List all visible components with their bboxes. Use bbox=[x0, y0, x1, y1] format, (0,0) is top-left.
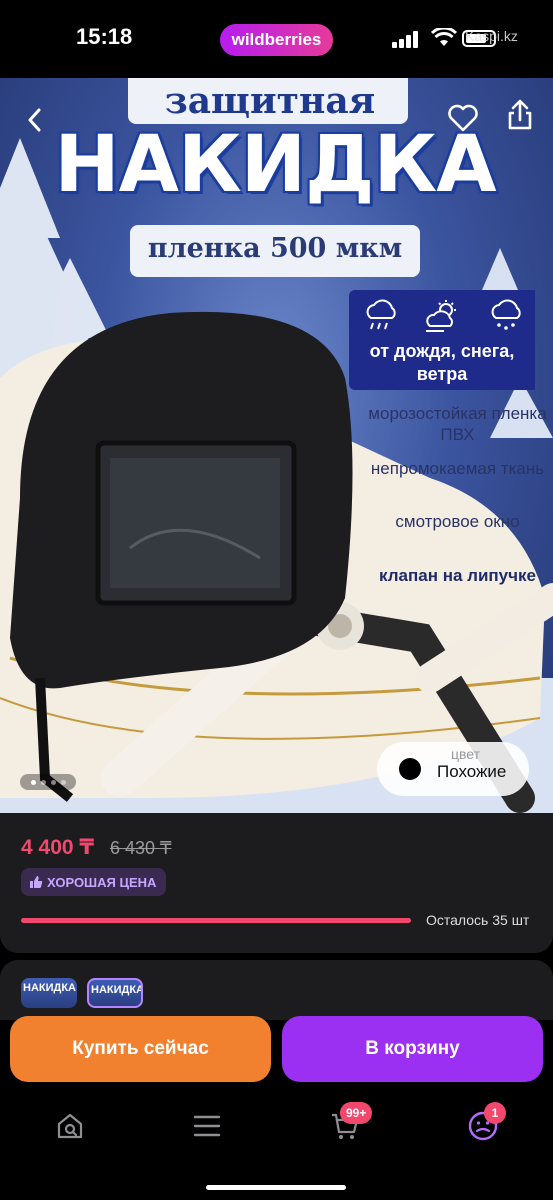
bottom-navigation: 99+ 1 bbox=[0, 1098, 553, 1158]
menu-icon bbox=[193, 1115, 221, 1137]
cellular-signal-icon bbox=[392, 30, 422, 48]
similar-label: Похожие bbox=[437, 762, 507, 781]
gallery-dot[interactable] bbox=[60, 779, 66, 785]
thumbs-up-icon bbox=[30, 876, 43, 888]
color-swatch bbox=[399, 758, 421, 780]
price-card: 4 400 ₸ 6 430 ₸ ХОРОШАЯ ЦЕНА Осталось 35… bbox=[0, 813, 553, 953]
weather-caption: от дождя, снега, ветра bbox=[369, 341, 515, 384]
feature-viewing-window: смотровое окно bbox=[395, 512, 520, 531]
stock-progress-bar bbox=[21, 918, 411, 923]
nav-home[interactable] bbox=[50, 1106, 90, 1146]
feature-waterproof: непромокаемая ткань bbox=[370, 459, 545, 478]
gallery-dot[interactable] bbox=[30, 779, 36, 785]
home-indicator bbox=[206, 1185, 346, 1190]
wifi-icon bbox=[431, 28, 457, 46]
add-to-cart-button[interactable]: В корзину bbox=[282, 1016, 543, 1082]
cart-count-badge: 99+ bbox=[340, 1102, 373, 1124]
favorite-heart-icon[interactable] bbox=[443, 98, 483, 138]
product-image-gallery[interactable]: защитная НАКИДКА пленка 500 мкм от дождя… bbox=[0, 78, 553, 813]
thumbnail-label: НАКИДКА bbox=[23, 982, 77, 994]
gallery-pagination bbox=[20, 774, 76, 790]
stock-remaining: Осталось 35 шт bbox=[426, 912, 530, 928]
gallery-dot[interactable] bbox=[40, 779, 46, 785]
variant-thumbnail[interactable]: НАКИДКА bbox=[21, 978, 77, 1008]
status-bar: 15:18 wildberries Kaspi.kz bbox=[0, 0, 553, 78]
current-price: 4 400 ₸ bbox=[21, 836, 94, 859]
hero-title-top: защитная bbox=[164, 80, 376, 122]
weather-info-box: от дождя, снега, ветра bbox=[349, 290, 535, 390]
feature-velcro-flap: клапан на липучке bbox=[379, 566, 536, 585]
share-icon[interactable] bbox=[500, 96, 540, 136]
good-price-label: ХОРОШАЯ ЦЕНА bbox=[47, 874, 157, 890]
snow-cloud-icon bbox=[491, 299, 521, 330]
profile-notification-badge: 1 bbox=[484, 1102, 506, 1124]
variant-thumbnail-selected[interactable]: НАКИДКА bbox=[87, 978, 143, 1008]
nav-catalog[interactable] bbox=[187, 1106, 227, 1146]
gallery-dot[interactable] bbox=[50, 779, 56, 785]
status-time: 15:18 bbox=[76, 24, 133, 49]
hero-subtitle: пленка 500 мкм bbox=[147, 233, 403, 264]
variant-thumbnails: НАКИДКА НАКИДКА bbox=[0, 960, 553, 1020]
old-price: 6 430 ₸ bbox=[110, 838, 172, 858]
buy-now-button[interactable]: Купить сейчас bbox=[10, 1016, 271, 1082]
rain-cloud-icon bbox=[366, 299, 396, 330]
wildberries-app-pill[interactable]: wildberries bbox=[220, 24, 333, 56]
home-search-icon bbox=[57, 1113, 83, 1139]
good-price-badge[interactable]: ХОРОШАЯ ЦЕНА bbox=[21, 868, 167, 896]
watermark: Kaspi.kz bbox=[465, 28, 518, 44]
sun-cloud-icon bbox=[425, 300, 456, 332]
color-ghost-label: цвет bbox=[451, 746, 481, 762]
thumbnail-label: НАКИДКА bbox=[91, 984, 143, 996]
similar-products-button[interactable]: цвет Похожие bbox=[377, 742, 529, 796]
feature-frost-film: морозостойкая пленка ПВХ bbox=[368, 404, 547, 444]
